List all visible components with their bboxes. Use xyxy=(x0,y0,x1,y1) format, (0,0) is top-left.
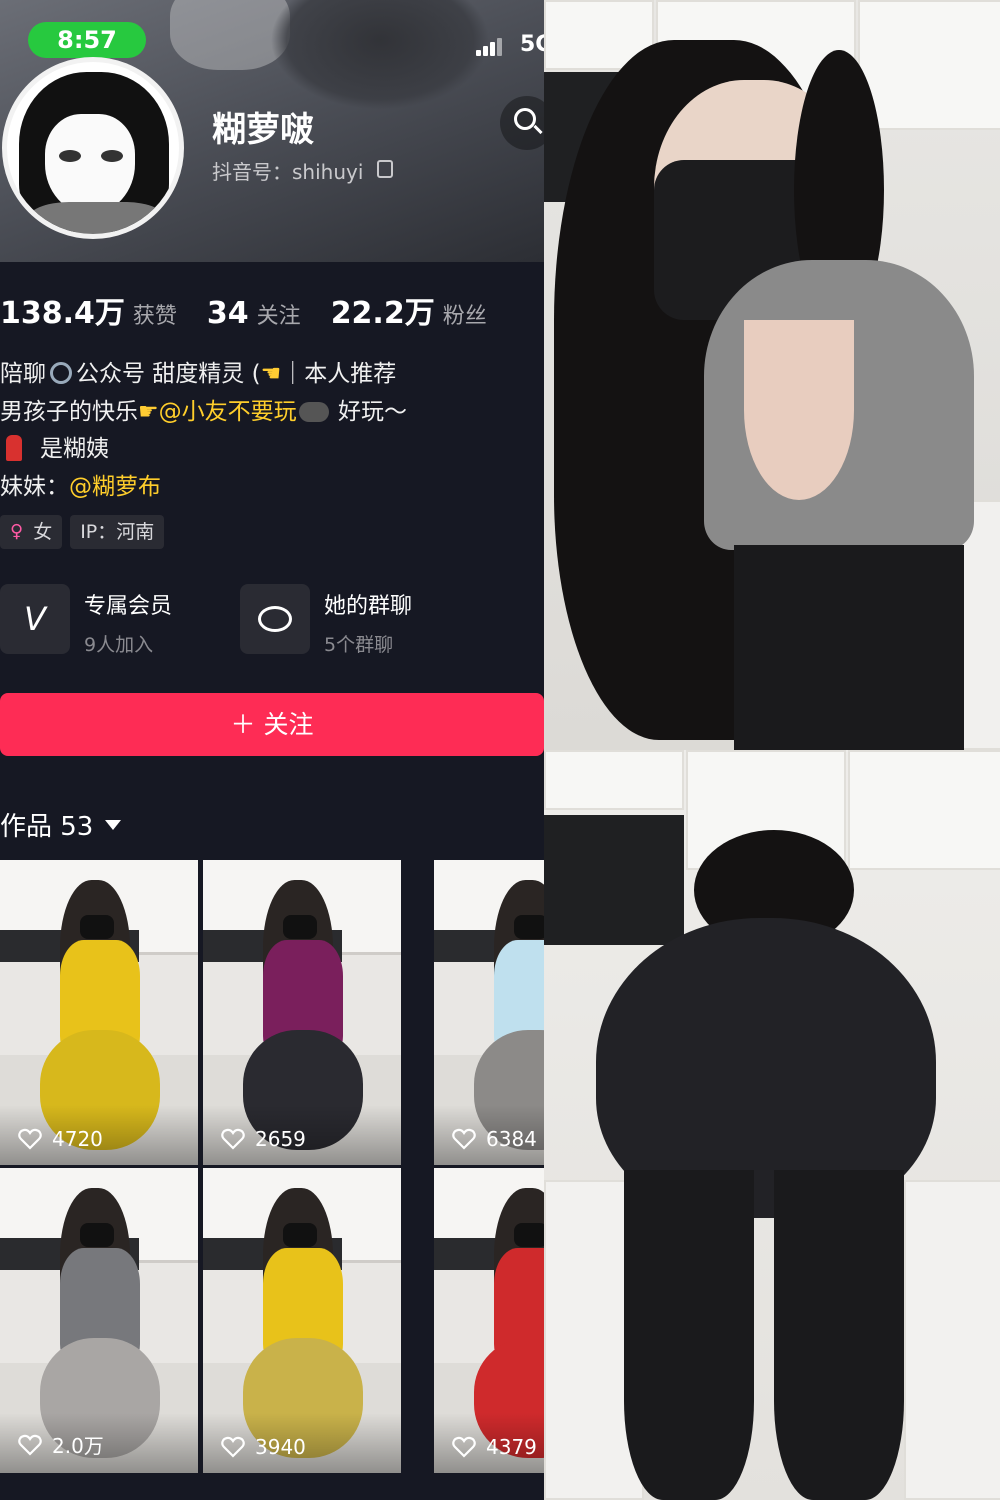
like-count-label: 2659 xyxy=(255,1127,306,1151)
pointing-hand-icon: ☚ xyxy=(260,361,282,387)
bio-mention-link[interactable]: @小友不要玩 xyxy=(159,399,297,425)
gender-tag: ♀ 女 xyxy=(0,515,63,549)
likes-label: 获赞 xyxy=(132,304,177,329)
nickname: 糊萝啵 xyxy=(212,110,314,150)
like-count-label: 6384 xyxy=(486,1127,537,1151)
heart-icon xyxy=(452,1128,476,1150)
membership-title: 专属会员 xyxy=(84,594,173,619)
like-count-label: 4720 xyxy=(52,1127,103,1151)
follow-button[interactable]: ＋ 关注 xyxy=(0,693,544,756)
heart-icon xyxy=(221,1128,245,1150)
gamepad-icon xyxy=(298,401,329,422)
profile-entries: V 专属会员 9人加入 她的群聊 5个群聊 xyxy=(0,584,544,664)
works-label: 作品 53 xyxy=(0,812,94,842)
gender-label: 女 xyxy=(33,521,53,543)
profile-stats: 138.4万 获赞 34 关注 22.2万 粉丝 xyxy=(0,288,517,332)
bio-mention-link[interactable]: @糊萝布 xyxy=(69,474,161,500)
video-thumbnail[interactable]: 3940 xyxy=(203,1168,401,1473)
ip-label: IP：河南 xyxy=(80,521,155,543)
like-count: 2659 xyxy=(221,1127,306,1151)
group-chat-title: 她的群聊 xyxy=(324,594,413,619)
group-chat-subtitle: 5个群聊 xyxy=(324,634,394,656)
like-count: 4379 xyxy=(452,1435,537,1459)
network-label: 5G xyxy=(520,32,544,57)
like-count: 4720 xyxy=(18,1127,103,1151)
bio-text: 好玩～ xyxy=(337,398,407,425)
works-tab[interactable]: 作品 53 xyxy=(0,806,122,843)
video-thumbnail[interactable]: 2.0万 xyxy=(0,1168,198,1473)
like-count: 2.0万 xyxy=(18,1430,104,1459)
bio-text: 公众号 甜度精灵 ( xyxy=(76,361,261,387)
heart-icon xyxy=(18,1434,42,1456)
membership-icon: V xyxy=(0,584,70,654)
status-time: 8:57 xyxy=(28,22,146,58)
douyin-id: 抖音号：shihuyi xyxy=(212,160,364,184)
heart-icon xyxy=(221,1436,245,1458)
like-count: 3940 xyxy=(221,1435,306,1459)
following-count[interactable]: 34 xyxy=(207,296,249,331)
ip-tag: IP：河南 xyxy=(70,515,165,549)
profile-bio: 陪聊 公众号 甜度精灵 (☚｜本人推荐 男孩子的快乐☛@小友不要玩 好玩～ 是糊姨… xyxy=(0,356,544,506)
bio-text: 男孩子的快乐 xyxy=(0,398,138,425)
like-count-label: 4379 xyxy=(486,1435,537,1459)
heart-icon xyxy=(452,1436,476,1458)
video-thumbnail[interactable]: 4379 xyxy=(434,1168,544,1473)
signal-icon xyxy=(476,36,502,56)
scarf-icon xyxy=(6,435,22,461)
magnifier-icon xyxy=(50,362,72,384)
video-thumbnail[interactable]: 4720 xyxy=(0,860,198,1165)
female-icon: ♀ xyxy=(10,521,24,542)
video-thumbnail[interactable]: 6384 xyxy=(434,860,544,1165)
group-chat-entry[interactable]: 她的群聊 5个群聊 xyxy=(240,584,412,664)
avatar[interactable] xyxy=(2,57,184,239)
chat-icon xyxy=(258,606,292,632)
followers-label: 粉丝 xyxy=(442,304,487,329)
photo-top xyxy=(544,0,1000,750)
profile-tags: ♀ 女 IP：河南 xyxy=(0,515,165,549)
photo-bottom xyxy=(544,750,1000,1500)
membership-entry[interactable]: V 专属会员 9人加入 xyxy=(0,584,172,664)
like-count: 6384 xyxy=(452,1127,537,1151)
group-chat-icon-box xyxy=(240,584,310,654)
copy-icon[interactable] xyxy=(377,160,393,178)
bio-text: ｜本人推荐 xyxy=(281,361,397,387)
like-count-label: 2.0万 xyxy=(52,1434,104,1458)
following-label: 关注 xyxy=(256,304,301,329)
membership-subtitle: 9人加入 xyxy=(84,634,154,656)
video-thumbnail[interactable]: 2659 xyxy=(203,860,401,1165)
profile-screen: 8:57 5G 糊萝啵 抖音号：shihuyi 138.4万 获赞 34 关注 … xyxy=(0,0,544,1500)
bio-text: 陪聊 xyxy=(0,361,46,387)
followers-count[interactable]: 22.2万 xyxy=(331,288,435,332)
heart-icon xyxy=(18,1128,42,1150)
like-count-label: 3940 xyxy=(255,1435,306,1459)
bio-text: 是糊姨 xyxy=(40,436,109,462)
likes-count[interactable]: 138.4万 xyxy=(0,288,125,332)
chevron-down-icon xyxy=(105,819,122,830)
bio-text: 妹妹： xyxy=(0,473,69,500)
pointing-hand-icon: ☛ xyxy=(138,398,159,425)
